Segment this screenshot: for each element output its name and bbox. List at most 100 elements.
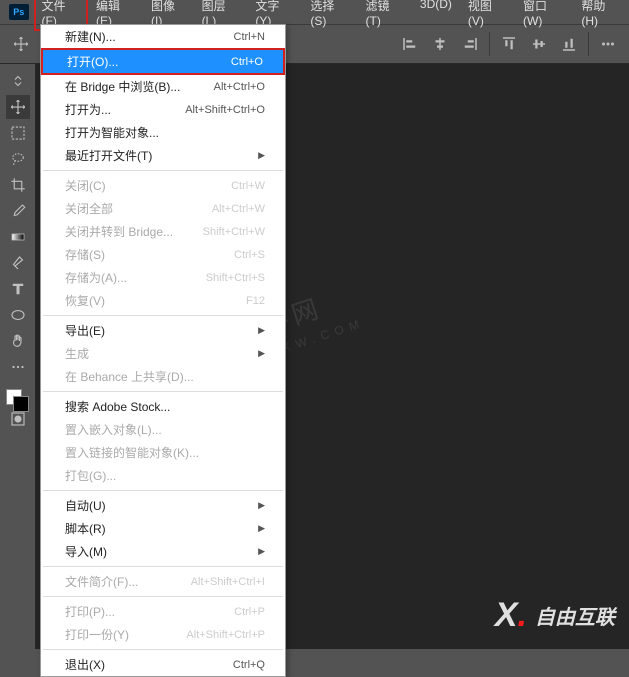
gradient-tool[interactable]: [6, 225, 30, 249]
menu-entry-label: 打印一份(Y): [65, 626, 129, 643]
menu-separator: [43, 315, 283, 316]
menu-entry-label: 存储为(A)...: [65, 269, 127, 286]
menu-entry-label: 导出(E): [65, 322, 105, 339]
menubar: Ps 文件(F)编辑(E)图像(I)图层(L)文字(Y)选择(S)滤镜(T)3D…: [0, 0, 629, 24]
file-menu-dropdown: 新建(N)... Ctrl+N 打开(O)... Ctrl+O 在 Bridge 中浏览…: [40, 24, 286, 677]
menu-entry[interactable]: 脚本(R) ▶: [41, 517, 285, 540]
menu-entry: 打印一份(Y) Alt+Shift+Ctrl+P: [41, 623, 285, 646]
expand-icon[interactable]: [6, 69, 30, 93]
menu-shortcut: Shift+Ctrl+W: [203, 226, 265, 238]
menu-entry: 置入嵌入对象(L)...: [41, 418, 285, 441]
align-right-icon[interactable]: [459, 33, 481, 55]
submenu-arrow-icon: ▶: [258, 523, 265, 534]
menu-entry-label: 打印(P)...: [65, 603, 115, 620]
menu-entry: 关闭并转到 Bridge...Shift+Ctrl+W: [41, 220, 285, 243]
menu-entry[interactable]: 导出(E)▶: [41, 319, 285, 342]
submenu-arrow-icon: ▶: [258, 546, 265, 557]
menu-entry-label: 搜索 Adobe Stock...: [65, 398, 170, 415]
hand-tool[interactable]: [6, 329, 30, 353]
menu-entry-label: 在 Behance 上共享(D)...: [65, 368, 194, 385]
menu-entry-label: 在 Bridge 中浏览(B)...: [65, 78, 180, 95]
menu-shortcut: Ctrl+N: [234, 31, 265, 43]
brand-logo: X. 自由互联: [495, 596, 615, 635]
menu-shortcut: Ctrl+W: [231, 180, 265, 192]
align-top-icon[interactable]: [498, 33, 520, 55]
more-icon[interactable]: [597, 33, 619, 55]
menu-entry[interactable]: 退出(X)Ctrl+Q: [41, 653, 285, 676]
align-bottom-icon[interactable]: [558, 33, 580, 55]
menu-entry: 生成 ▶: [41, 342, 285, 365]
menu-separator: [43, 490, 283, 491]
menu-shortcut: Alt+Ctrl+W: [212, 203, 265, 215]
color-swatches[interactable]: [6, 381, 30, 405]
menu-shortcut: Alt+Shift+Ctrl+P: [186, 629, 265, 641]
lasso-tool[interactable]: [6, 147, 30, 171]
menu-entry[interactable]: 自动(U)▶: [41, 494, 285, 517]
quick-mask-icon[interactable]: [6, 407, 30, 431]
menu-separator: [43, 391, 283, 392]
menu-entry: 存储(S)Ctrl+S: [41, 243, 285, 266]
menu-entry-label: 存储(S): [65, 246, 105, 263]
menu-entry: 置入链接的智能对象(K)...: [41, 441, 285, 464]
menu-shortcut: Shift+Ctrl+S: [206, 272, 265, 284]
menu-shortcut: Ctrl+Q: [233, 659, 265, 671]
menu-entry[interactable]: 打开(O)... Ctrl+O: [41, 48, 285, 75]
menu-item[interactable]: 窗口(W): [515, 0, 573, 31]
align-middle-icon[interactable]: [528, 33, 550, 55]
menu-entry: 关闭全部 Alt+Ctrl+W: [41, 197, 285, 220]
menu-entry-label: 关闭(C): [65, 177, 106, 194]
menu-entry-label: 生成: [65, 345, 89, 362]
pen-tool[interactable]: [6, 251, 30, 275]
tool-sidebar: [0, 64, 36, 649]
menu-entry-label: 最近打开文件(T): [65, 147, 152, 164]
menu-entry-label: 置入嵌入对象(L)...: [65, 421, 162, 438]
menu-shortcut: Alt+Ctrl+O: [214, 81, 265, 93]
menu-entry-label: 打包(G)...: [65, 467, 116, 484]
menu-separator: [43, 596, 283, 597]
ellipse-tool[interactable]: [6, 303, 30, 327]
menu-shortcut: Ctrl+O: [231, 56, 263, 68]
menu-entry: 打包(G)...: [41, 464, 285, 487]
app-logo: Ps: [4, 2, 34, 22]
menu-separator: [43, 170, 283, 171]
menu-shortcut: F12: [246, 295, 265, 307]
menu-entry-label: 新建(N)...: [65, 28, 116, 45]
menu-entry-label: 打开(O)...: [67, 53, 118, 70]
menu-shortcut: Alt+Shift+Ctrl+O: [185, 104, 265, 116]
menu-entry: 存储为(A)... Shift+Ctrl+S: [41, 266, 285, 289]
menu-entry: 在 Behance 上共享(D)...: [41, 365, 285, 388]
menu-entry[interactable]: 新建(N)... Ctrl+N: [41, 25, 285, 48]
move-tool[interactable]: [6, 95, 30, 119]
menu-entry-label: 打开为...: [65, 101, 111, 118]
menu-entry-label: 文件简介(F)...: [65, 573, 138, 590]
menu-entry: 恢复(V)F12: [41, 289, 285, 312]
menu-entry-label: 脚本(R): [65, 520, 106, 537]
menu-entry-label: 关闭全部: [65, 200, 113, 217]
align-left-icon[interactable]: [399, 33, 421, 55]
type-tool[interactable]: [6, 277, 30, 301]
menu-item[interactable]: 选择(S): [302, 0, 357, 31]
menu-entry[interactable]: 导入(M) ▶: [41, 540, 285, 563]
align-center-h-icon[interactable]: [429, 33, 451, 55]
menu-entry[interactable]: 搜索 Adobe Stock...: [41, 395, 285, 418]
menu-shortcut: Ctrl+P: [234, 606, 265, 618]
menu-entry[interactable]: 在 Bridge 中浏览(B)... Alt+Ctrl+O: [41, 75, 285, 98]
menu-entry-label: 打开为智能对象...: [65, 124, 159, 141]
menu-entry-label: 自动(U): [65, 497, 106, 514]
more-tools-icon[interactable]: [6, 355, 30, 379]
menu-item[interactable]: 3D(D): [412, 0, 460, 31]
crop-tool[interactable]: [6, 173, 30, 197]
menu-item[interactable]: 滤镜(T): [358, 0, 412, 31]
menu-item[interactable]: 视图(V): [460, 0, 515, 31]
brush-tool[interactable]: [6, 199, 30, 223]
move-tool-icon[interactable]: [10, 33, 32, 55]
submenu-arrow-icon: ▶: [258, 348, 265, 359]
menu-entry-label: 导入(M): [65, 543, 107, 560]
menu-item[interactable]: 帮助(H): [573, 0, 629, 31]
menu-entry[interactable]: 打开为... Alt+Shift+Ctrl+O: [41, 98, 285, 121]
menu-entry: 文件简介(F)... Alt+Shift+Ctrl+I: [41, 570, 285, 593]
menu-entry[interactable]: 最近打开文件(T)▶: [41, 144, 285, 167]
marquee-tool[interactable]: [6, 121, 30, 145]
menu-shortcut: Alt+Shift+Ctrl+I: [191, 576, 265, 588]
menu-entry[interactable]: 打开为智能对象...: [41, 121, 285, 144]
